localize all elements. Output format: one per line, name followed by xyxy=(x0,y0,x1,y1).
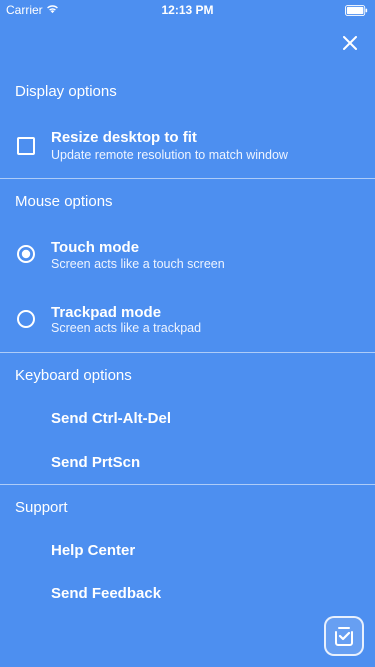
send-ctrl-alt-del-option[interactable]: Send Ctrl-Alt-Del xyxy=(0,400,375,436)
send-prtscn-option[interactable]: Send PrtScn xyxy=(0,444,375,480)
divider xyxy=(0,352,375,353)
section-title-support: Support xyxy=(15,499,68,516)
radio-unselected-icon[interactable] xyxy=(16,309,36,329)
app-badge xyxy=(324,616,364,656)
status-bar: Carrier 12:13 PM xyxy=(0,0,375,20)
close-icon xyxy=(343,36,357,50)
section-title-mouse: Mouse options xyxy=(15,193,113,210)
divider xyxy=(0,484,375,485)
resize-desktop-title: Resize desktop to fit xyxy=(51,129,197,146)
section-title-keyboard: Keyboard options xyxy=(15,367,132,384)
send-prtscn-label: Send PrtScn xyxy=(51,454,141,471)
battery-icon xyxy=(345,5,368,16)
section-title-display: Display options xyxy=(15,83,117,100)
divider xyxy=(0,178,375,179)
touch-mode-subtitle: Screen acts like a touch screen xyxy=(51,257,225,271)
trackpad-mode-title: Trackpad mode xyxy=(51,304,162,321)
app-logo-icon xyxy=(335,627,353,646)
resize-desktop-subtitle: Update remote resolution to match window xyxy=(51,148,288,162)
trackpad-mode-subtitle: Screen acts like a trackpad xyxy=(51,321,202,335)
resize-desktop-option[interactable]: Resize desktop to fit Update remote reso… xyxy=(0,120,375,170)
checkbox-unchecked-icon[interactable] xyxy=(16,136,36,156)
radio-selected-icon[interactable] xyxy=(16,244,36,264)
trackpad-mode-option[interactable]: Trackpad mode Screen acts like a trackpa… xyxy=(0,296,375,346)
touch-mode-option[interactable]: Touch mode Screen acts like a touch scre… xyxy=(0,230,375,280)
close-button[interactable] xyxy=(337,30,363,56)
send-feedback-option[interactable]: Send Feedback xyxy=(0,575,375,611)
help-center-label: Help Center xyxy=(51,542,136,559)
send-feedback-label: Send Feedback xyxy=(51,585,162,602)
help-center-option[interactable]: Help Center xyxy=(0,532,375,568)
send-ctrl-alt-del-label: Send Ctrl-Alt-Del xyxy=(51,410,171,427)
touch-mode-title: Touch mode xyxy=(51,239,140,256)
status-time: 12:13 PM xyxy=(161,3,214,17)
